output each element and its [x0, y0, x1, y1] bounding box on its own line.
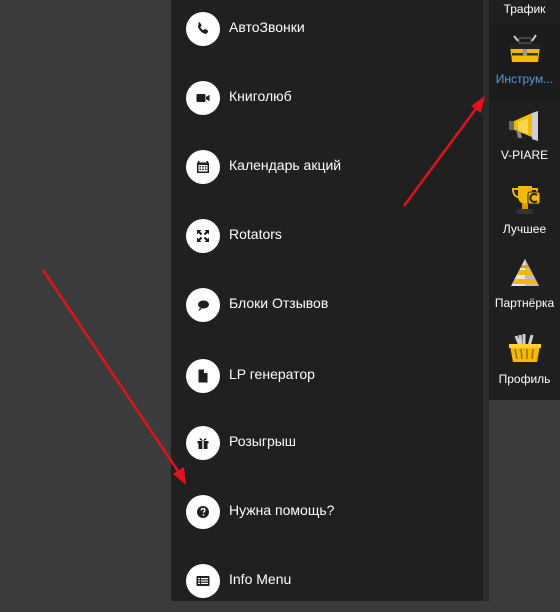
menu-item-label: Розыгрыш — [229, 433, 297, 449]
right-sidebar-menu: Трафик Инструм... V-PIARE Лучшее Партнёр… — [489, 0, 560, 400]
expand-arrows-icon — [186, 219, 220, 253]
sidebar-item-label: Профиль — [498, 372, 551, 386]
basket-icon — [509, 334, 541, 362]
menu-item-label: АвтоЗвонки — [229, 19, 305, 35]
menu-item-rotators[interactable]: Rotators — [171, 207, 483, 267]
menu-item-promo-calendar[interactable]: Календарь акций — [171, 138, 483, 198]
sidebar-item-best[interactable]: Лучшее — [489, 176, 560, 252]
video-camera-icon — [186, 81, 220, 115]
sidebar-item-label: Инструм... — [495, 72, 554, 86]
trophy-icon — [511, 186, 541, 214]
menu-item-label: Книголюб — [229, 88, 292, 104]
menu-item-label: Календарь акций — [229, 157, 342, 173]
menu-item-lp-generator[interactable]: LP генератор — [171, 347, 483, 407]
sidebar-item-label: V-PIARE — [500, 148, 549, 162]
right-sidebar: Трафик Инструм... V-PIARE Лучшее Партнёр… — [489, 0, 560, 601]
menu-item-label: Нужна помощь? — [229, 502, 335, 518]
sidebar-item-partners[interactable]: Партнёрка — [489, 250, 560, 326]
sidebar-item-label: Лучшее — [502, 222, 547, 236]
toolbox-icon — [509, 34, 541, 62]
file-icon — [186, 359, 220, 393]
menu-item-booklover[interactable]: Книголюб — [171, 69, 483, 129]
question-icon — [186, 495, 220, 529]
menu-item-label: Info Menu — [229, 571, 292, 587]
sidebar-item-label: Трафик — [503, 2, 546, 16]
phone-icon — [186, 12, 220, 46]
background-area — [0, 0, 171, 601]
sidebar-item-profile[interactable]: Профиль — [489, 324, 560, 400]
sidebar-item-traffic[interactable]: Трафик — [489, 0, 560, 24]
list-icon — [186, 564, 220, 598]
chat-bubble-icon — [186, 288, 220, 322]
pyramid-icon — [511, 259, 539, 286]
menu-item-info-menu[interactable]: Info Menu — [171, 552, 483, 612]
sidebar-item-v-piare[interactable]: V-PIARE — [489, 100, 560, 176]
menu-item-giveaway[interactable]: Розыгрыш — [171, 414, 483, 474]
menu-item-autocalls[interactable]: АвтоЗвонки — [171, 0, 483, 60]
menu-item-label: LP генератор — [229, 366, 315, 382]
gift-icon — [186, 426, 220, 460]
menu-item-label: Rotators — [229, 226, 282, 242]
menu-item-label: Блоки Отзывов — [229, 295, 329, 311]
menu-item-need-help[interactable]: Нужна помощь? — [171, 483, 483, 543]
sidebar-item-tools[interactable]: Инструм... — [489, 24, 560, 100]
sidebar-item-label: Партнёрка — [494, 296, 555, 310]
calendar-icon — [186, 150, 220, 184]
menu-item-review-blocks[interactable]: Блоки Отзывов — [171, 276, 483, 336]
megaphone-icon — [509, 111, 538, 141]
tools-menu-panel: АвтоЗвонки Книголюб Календарь акций Rota… — [171, 0, 483, 601]
